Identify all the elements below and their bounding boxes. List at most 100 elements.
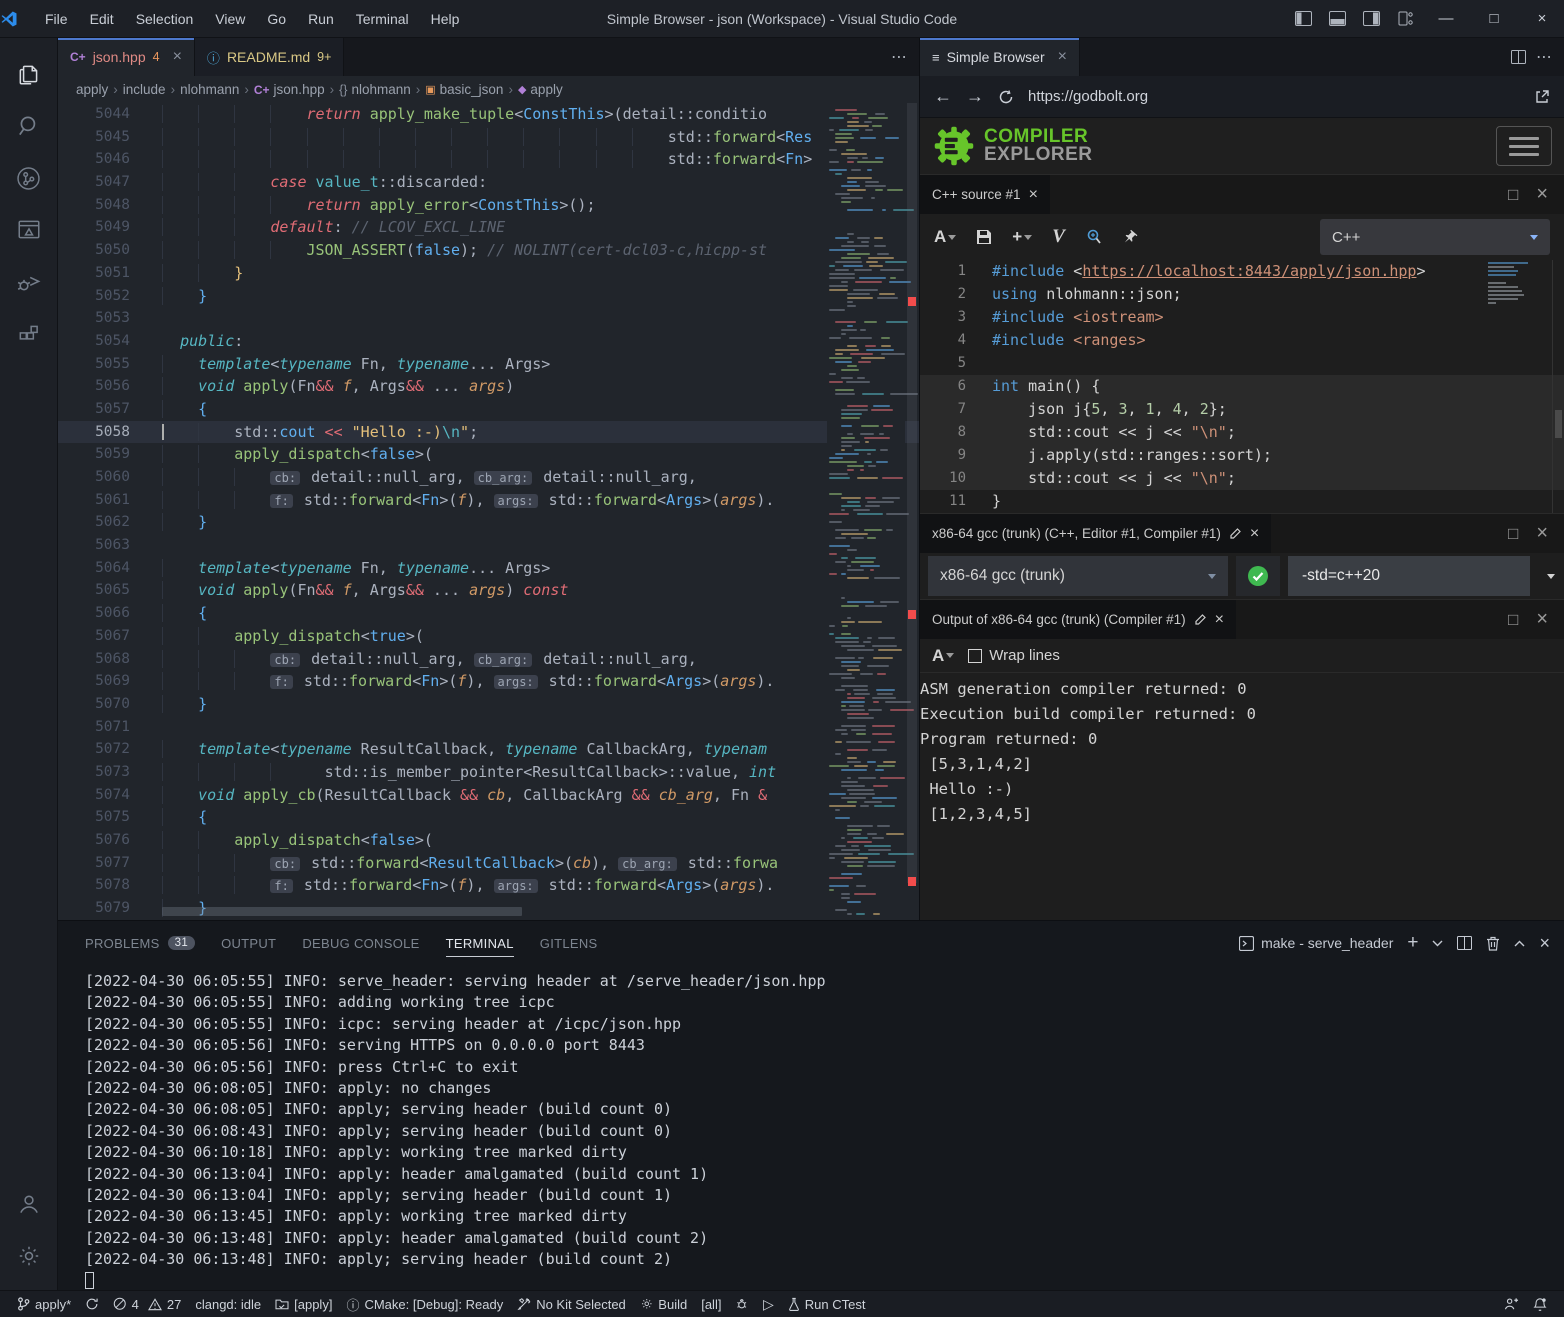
settings-gear-icon[interactable] (5, 1230, 53, 1282)
code-line[interactable]: 5056 void apply(Fn&& f, Args&& ... args) (58, 375, 919, 398)
toggle-secondary-sidebar-icon[interactable] (1356, 6, 1386, 32)
more-actions-icon[interactable]: ⋯ (1536, 47, 1552, 67)
code-line[interactable]: 5066 { (58, 602, 919, 625)
close-pane-icon[interactable]: × (1536, 522, 1548, 545)
split-editor-icon[interactable] (1511, 50, 1526, 64)
edit-icon[interactable] (1229, 527, 1242, 540)
minimap[interactable] (827, 103, 905, 920)
source-control-icon[interactable] (5, 152, 53, 204)
close-tab-icon[interactable]: × (1058, 48, 1067, 66)
code-line[interactable]: 8 std::cout << j << "\n"; (920, 421, 1564, 444)
cmake-icon[interactable] (5, 204, 53, 256)
problems-item[interactable]: 4 27 (106, 1291, 188, 1317)
code-line[interactable]: 5064 template<typename Fn, typename... A… (58, 557, 919, 580)
toggle-panel-icon[interactable] (1322, 6, 1352, 32)
code-line[interactable]: 5057 { (58, 398, 919, 421)
menu-view[interactable]: View (204, 0, 256, 37)
code-line[interactable]: 5060 cb: detail::null_arg, cb_arg: detai… (58, 466, 919, 489)
edit-icon[interactable] (1194, 613, 1207, 626)
minimize-button[interactable]: — (1424, 0, 1468, 38)
panel-tab-debug-console[interactable]: DEBUG CONSOLE (302, 921, 419, 965)
hamburger-menu-icon[interactable] (1496, 126, 1552, 166)
feedback-icon[interactable] (1497, 1297, 1526, 1311)
close-pane-icon[interactable]: × (1536, 608, 1548, 631)
code-line[interactable]: 5 (920, 352, 1564, 375)
more-actions-icon[interactable]: ⋯ (891, 47, 907, 67)
tab-simple-browser[interactable]: ≡ Simple Browser × (920, 38, 1080, 76)
code-line[interactable]: 5070 } (58, 693, 919, 716)
terminal-dropdown-icon[interactable] (1432, 940, 1443, 947)
breadcrumb-item[interactable]: apply (76, 82, 108, 97)
menu-file[interactable]: File (34, 0, 79, 37)
font-size-icon[interactable]: A (932, 646, 954, 666)
code-line[interactable]: 5078 f: std::forward<Fn>(f), args: std::… (58, 874, 919, 897)
kill-terminal-icon[interactable] (1486, 936, 1500, 951)
code-line[interactable]: 5077 cb: std::forward<ResultCallback>(cb… (58, 852, 919, 875)
pin-icon[interactable] (1123, 229, 1139, 245)
close-panel-icon[interactable]: × (1539, 933, 1550, 954)
code-line[interactable]: 5073 std::is_member_pointer<ResultCallba… (58, 761, 919, 784)
launch-icon[interactable]: ▷ (756, 1291, 781, 1317)
vim-toggle-icon[interactable]: V (1052, 226, 1065, 248)
code-line[interactable]: 10 std::cout << j << "\n"; (920, 467, 1564, 490)
breadcrumb-item[interactable]: nlohmann (180, 82, 239, 97)
code-line[interactable]: 5076 apply_dispatch<false>( (58, 829, 919, 852)
compiler-options-input[interactable]: -std=c++20 (1288, 556, 1530, 596)
breadcrumb-item[interactable]: ▣basic_json (425, 82, 503, 97)
code-editor[interactable]: 5044 return apply_make_tuple<ConstThis>(… (58, 103, 919, 920)
code-line[interactable]: 5053 (58, 307, 919, 330)
customize-layout-icon[interactable] (1390, 6, 1420, 32)
panel-tab-problems[interactable]: PROBLEMS31 (85, 921, 195, 965)
code-line[interactable]: 5044 return apply_make_tuple<ConstThis>(… (58, 103, 919, 126)
code-line[interactable]: 5059 apply_dispatch<false>( (58, 443, 919, 466)
toggle-sidebar-icon[interactable] (1288, 6, 1318, 32)
cmake-status-item[interactable]: ⓘ CMake: [Debug]: Ready (339, 1291, 510, 1317)
code-line[interactable]: 5047 case value_t::discarded: (58, 171, 919, 194)
code-line[interactable]: 5075 { (58, 806, 919, 829)
code-line[interactable]: 5052 } (58, 285, 919, 308)
code-line[interactable]: 4#include <ranges> (920, 329, 1564, 352)
search-icon[interactable] (5, 100, 53, 152)
debug-target-icon[interactable] (728, 1291, 756, 1317)
reload-icon[interactable] (998, 89, 1014, 105)
menu-edit[interactable]: Edit (79, 0, 125, 37)
ce-source-editor[interactable]: 1#include <https://localhost:8443/apply/… (920, 260, 1564, 513)
forward-icon[interactable]: → (966, 86, 984, 107)
language-select[interactable]: C++ (1320, 219, 1550, 255)
build-item[interactable]: Build (633, 1291, 694, 1317)
close-pane-icon[interactable]: × (1536, 183, 1548, 206)
menu-selection[interactable]: Selection (125, 0, 205, 37)
tab-readme-md[interactable]: ⓘ README.md 9+ (195, 38, 345, 76)
code-line[interactable]: 5046 std::forward<Fn> (58, 148, 919, 171)
breadcrumb-item[interactable]: include (123, 82, 166, 97)
explorer-icon[interactable] (5, 48, 53, 100)
code-line[interactable]: 2using nlohmann::json; (920, 283, 1564, 306)
code-line[interactable]: 3#include <iostream> (920, 306, 1564, 329)
code-line[interactable]: 5045 std::forward<Res (58, 126, 919, 149)
accounts-icon[interactable] (5, 1178, 53, 1230)
horizontal-scrollbar[interactable] (162, 907, 522, 916)
kit-item[interactable]: No Kit Selected (510, 1291, 633, 1317)
zoom-icon[interactable] (1085, 228, 1103, 246)
options-dropdown-icon[interactable] (1538, 574, 1564, 579)
save-icon[interactable] (976, 229, 992, 245)
ce-scrollbar[interactable] (1552, 260, 1564, 513)
build-target-item[interactable]: [all] (694, 1291, 728, 1317)
code-line[interactable]: 5072 template<typename ResultCallback, t… (58, 738, 919, 761)
close-icon[interactable]: × (1215, 611, 1224, 629)
notifications-bell-icon[interactable] (1526, 1297, 1554, 1312)
code-line[interactable]: 5065 void apply(Fn&& f, Args&& ... args)… (58, 579, 919, 602)
run-and-debug-icon[interactable] (5, 256, 53, 308)
ce-source-tab[interactable]: C++ source #1 × (920, 175, 1050, 214)
terminal-instance-label[interactable]: make - serve_header (1239, 935, 1393, 951)
ce-output-tab[interactable]: Output of x86-64 gcc (trunk) (Compiler #… (920, 600, 1236, 639)
code-line[interactable]: 5062 } (58, 511, 919, 534)
maximize-pane-icon[interactable]: □ (1508, 524, 1518, 544)
breadcrumb-item[interactable]: {}nlohmann (339, 82, 411, 97)
ce-compiler-tab[interactable]: x86-64 gcc (trunk) (C++, Editor #1, Comp… (920, 514, 1271, 553)
new-terminal-icon[interactable]: + (1407, 932, 1418, 954)
code-line[interactable]: 5061 f: std::forward<Fn>(f), args: std::… (58, 489, 919, 512)
code-line[interactable]: 11} (920, 490, 1564, 513)
code-line[interactable]: 5067 apply_dispatch<true>( (58, 625, 919, 648)
panel-tab-gitlens[interactable]: GITLENS (540, 921, 598, 965)
